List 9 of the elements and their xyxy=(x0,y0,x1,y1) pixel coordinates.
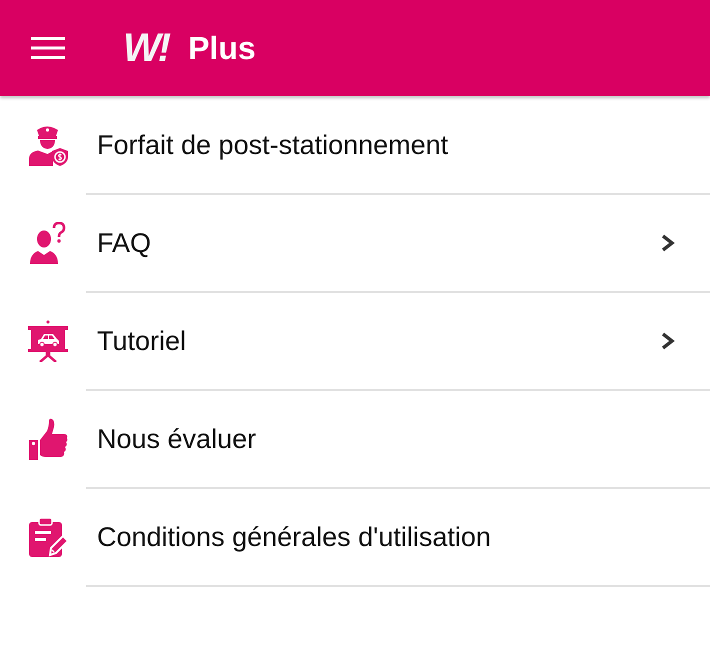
menu-icon xyxy=(31,37,65,59)
app-title: Plus xyxy=(188,32,256,64)
person-question-icon xyxy=(28,222,68,264)
menu-button[interactable] xyxy=(31,37,65,59)
thumbs-up-icon xyxy=(28,418,68,460)
app-logo: W! xyxy=(123,28,168,68)
clipboard-pencil-icon xyxy=(28,516,68,558)
officer-shield-icon xyxy=(28,124,68,166)
presentation-board-icon xyxy=(28,320,68,362)
